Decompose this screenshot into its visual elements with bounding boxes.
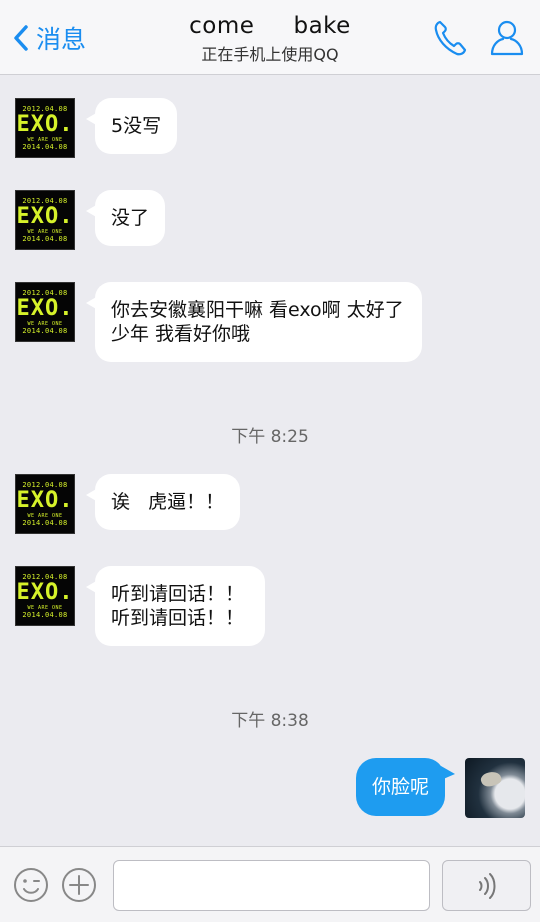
back-label: 消息 [36,25,87,54]
contact-avatar[interactable]: 2012.04.08 EXO. WE ARE ONE 2014.04.08 [15,282,75,342]
contact-avatar[interactable]: 2012.04.08 EXO. WE ARE ONE 2014.04.08 [15,98,75,158]
input-bar [0,846,540,922]
plus-icon[interactable] [61,867,97,903]
outgoing-message-bubble[interactable]: 你脸呢 [355,758,456,816]
message-list[interactable]: 2012.04.08 EXO. WE ARE ONE 2014.04.08 5没… [0,76,540,846]
contact-avatar[interactable]: 2012.04.08 EXO. WE ARE ONE 2014.04.08 [15,566,75,626]
timestamp: 下午 8:25 [231,427,309,447]
contact-avatar[interactable]: 2012.04.08 EXO. WE ARE ONE 2014.04.08 [15,190,75,250]
incoming-message-bubble[interactable]: 你去安徽襄阳干嘛 看exo啊 太好了 少年 我看好你哦 [86,282,422,362]
message-input[interactable] [113,860,430,911]
chevron-left-icon [14,25,28,51]
voice-icon [478,872,495,899]
contact-avatar[interactable]: 2012.04.08 EXO. WE ARE ONE 2014.04.08 [15,474,75,534]
my-avatar[interactable] [465,758,525,818]
incoming-message-bubble[interactable]: 诶 虎逼！！ [85,474,241,530]
back-button[interactable]: 消息 [12,20,86,56]
chat-title-block[interactable]: come bake 正在手机上使用QQ [120,13,420,65]
profile-icon[interactable] [489,18,525,58]
incoming-message-bubble[interactable]: 听到请回话！！听到请回话！！ [86,566,265,646]
chat-title: come bake [189,13,351,39]
chat-status: 正在手机上使用QQ [201,45,339,64]
avatar-figure [479,769,503,789]
voice-button[interactable] [442,860,531,911]
incoming-message-bubble[interactable]: 没了 [85,190,166,246]
emoji-icon[interactable] [13,867,49,903]
chat-header: 消息 come bake 正在手机上使用QQ [0,0,540,75]
incoming-message-bubble[interactable]: 5没写 [85,98,178,154]
phone-icon[interactable] [432,18,468,58]
timestamp: 下午 8:38 [231,711,309,731]
